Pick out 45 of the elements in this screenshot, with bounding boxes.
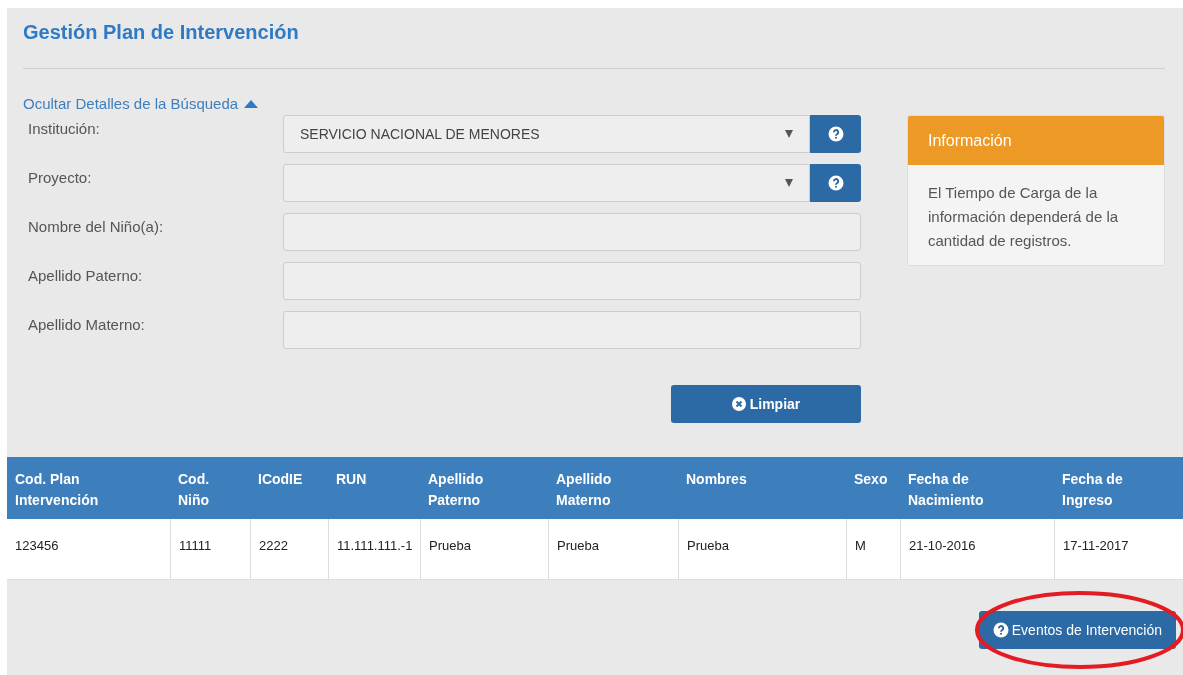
table-cell: 123456 — [15, 538, 59, 553]
column-header: Apellido Materno — [556, 470, 613, 510]
table-cell: Prueba — [557, 538, 599, 553]
text-field[interactable] — [283, 311, 861, 349]
close-circle-icon — [731, 397, 746, 411]
column-header: Sexo — [854, 470, 889, 489]
field-label: Proyecto: — [28, 168, 93, 188]
select-field[interactable] — [283, 164, 810, 202]
clear-button[interactable]: Limpiar — [671, 385, 861, 423]
column-header: Cod. Plan Intervención — [15, 470, 100, 510]
table-cell: Prueba — [429, 538, 471, 553]
help-icon — [827, 175, 844, 191]
column-header: Fecha de Nacimiento — [908, 470, 985, 510]
table-cell: Prueba — [687, 538, 729, 553]
search-toggle-link[interactable]: Ocultar Detalles de la Búsqueda — [23, 95, 259, 113]
help-icon — [992, 622, 1009, 638]
column-header: Apellido Paterno — [428, 470, 485, 510]
info-text: El Tiempo de Carga de la información dependerá de la cantidad de registros. — [927, 183, 1120, 251]
info-title: Información — [928, 130, 1012, 151]
table-cell: 17-11-2017 — [1063, 538, 1129, 553]
select-field[interactable]: SERVICIO NACIONAL DE MENORES — [283, 115, 810, 153]
help-button[interactable] — [810, 164, 861, 202]
column-header: Nombres — [686, 470, 748, 489]
table-cell: 2222 — [259, 538, 288, 553]
column-header: ICodIE — [258, 470, 304, 489]
dropdown-arrow-icon — [785, 130, 793, 138]
table-cell: 21-10-2016 — [909, 538, 976, 553]
field-label: Apellido Paterno: — [28, 266, 144, 286]
caret-up-icon — [244, 100, 259, 108]
help-icon — [827, 126, 844, 142]
column-header: RUN — [336, 470, 368, 489]
help-button[interactable] — [810, 115, 861, 153]
table-cell: 11.111.111.-1 — [337, 538, 413, 553]
field-label: Institución: — [28, 119, 101, 139]
dropdown-arrow-icon — [785, 179, 793, 187]
field-label: Apellido Materno: — [28, 315, 146, 335]
page-title: Gestión Plan de Intervención — [23, 20, 300, 44]
events-button[interactable]: Eventos de Intervención — [978, 611, 1176, 649]
column-header: Cod. Niño — [178, 470, 211, 510]
text-field[interactable] — [283, 213, 861, 251]
table-cell: 11111 — [179, 538, 212, 553]
text-field[interactable] — [283, 262, 861, 300]
column-header: Fecha de Ingreso — [1062, 470, 1124, 510]
field-label: Nombre del Niño(a): — [28, 217, 165, 237]
table-cell: M — [855, 538, 866, 553]
